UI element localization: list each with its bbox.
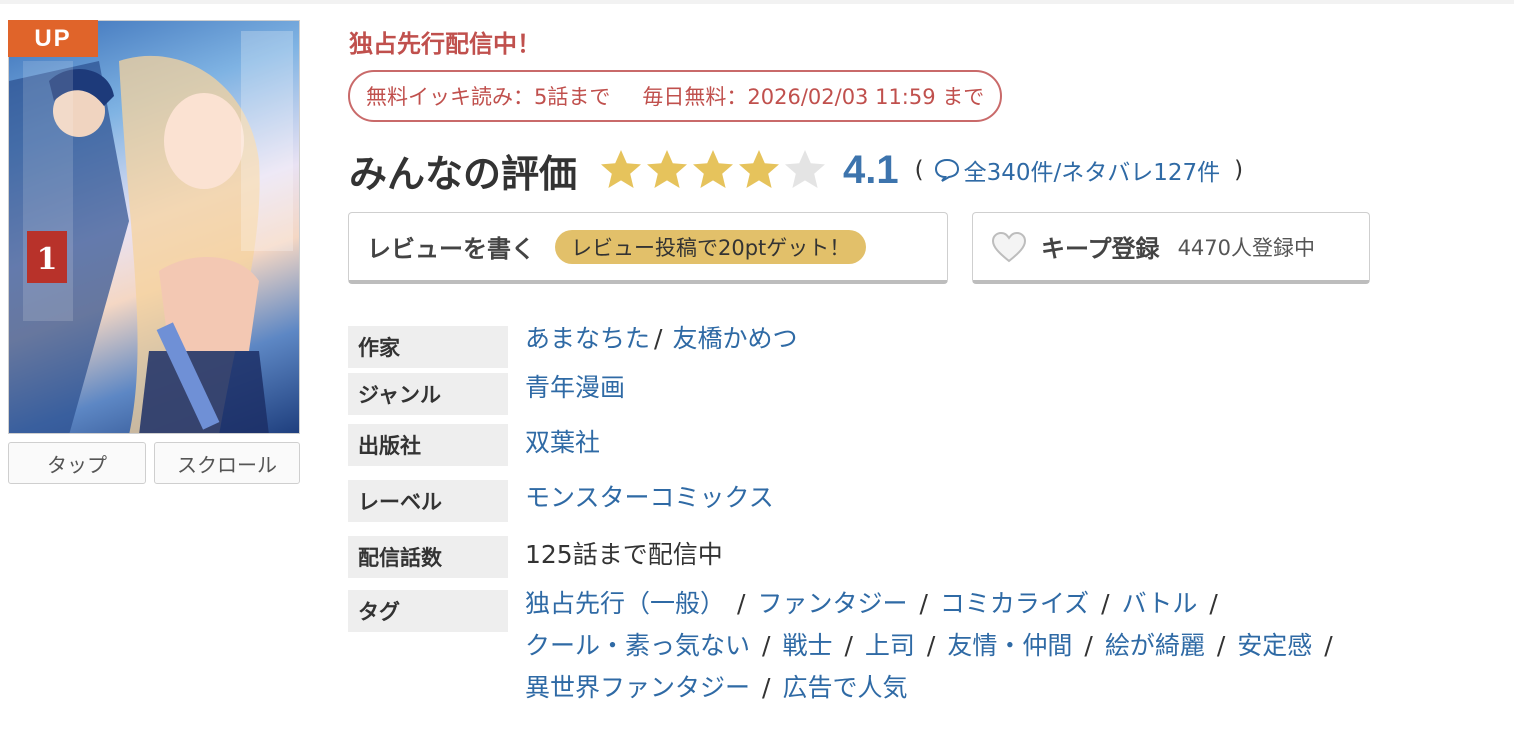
tag-separator: / [919, 589, 928, 618]
tag-link[interactable]: 絵が綺麗 [1105, 631, 1205, 660]
tag-separator: / [1216, 631, 1226, 660]
tags-label: タグ [348, 590, 508, 632]
author-link-1[interactable]: あまなちた [525, 324, 650, 353]
author-separator: / [654, 324, 663, 353]
write-review-label: レビューを書く [367, 235, 535, 263]
cover-image[interactable]: 1 [8, 20, 300, 434]
episodes-label: 配信話数 [348, 536, 508, 578]
daily-free-deadline: 毎日無料：2026/02/03 11:59 まで [642, 85, 985, 109]
label-link[interactable]: モンスターコミックス [525, 483, 774, 512]
label-value-wrap: モンスターコミックス [525, 477, 774, 519]
exclusive-notice: 独占先行配信中！ [349, 30, 541, 58]
genre-link[interactable]: 青年漫画 [525, 373, 625, 402]
tag-link[interactable]: 戦士 [782, 631, 832, 660]
publisher-label: 出版社 [348, 424, 508, 466]
star-icon [693, 150, 734, 188]
tags-line-1: 独占先行（一般） / ファンタジー / コミカライズ / バトル / [525, 583, 1230, 625]
update-badge: UP [8, 20, 98, 57]
spoiler-reviews-link[interactable]: /ネタバレ127件 [1054, 153, 1221, 187]
tag-link[interactable]: 独占先行（一般） [525, 589, 725, 618]
tag-separator: / [844, 631, 853, 660]
comment-icon [934, 158, 959, 182]
star-icon [647, 150, 688, 188]
tags-line-2: クール・素っ気ない / 戦士 / 上司 / 友情・仲間 / 絵が綺麗 / 安定感 / [525, 625, 1345, 667]
review-promo-badge: レビュー投稿で20ptゲット！ [555, 229, 867, 264]
keep-label: キープ登録 [1041, 235, 1160, 263]
star-icon [739, 150, 780, 188]
rating-row: みんなの評価 4.1 ( 全340件 /ネタバレ127件 ) [349, 140, 1243, 200]
genre-label: ジャンル [348, 373, 508, 415]
top-border [0, 0, 1514, 4]
scroll-read-button[interactable]: スクロール [154, 442, 300, 484]
tag-separator: / [1084, 631, 1093, 660]
episodes-value: 125話まで配信中 [525, 540, 723, 569]
tag-link[interactable]: クール・素っ気ない [525, 631, 750, 660]
free-read-count: 無料イッキ読み：5話まで [366, 85, 611, 109]
label-label: レーベル [348, 480, 508, 522]
tag-link[interactable]: 異世界ファンタジー [525, 673, 750, 702]
author-link-2[interactable]: 友橋かめつ [672, 324, 797, 353]
keep-count: 4470人登録中 [1177, 235, 1316, 260]
tag-separator: / [737, 589, 746, 618]
genre-value-wrap: 青年漫画 [525, 367, 625, 409]
all-reviews-link[interactable]: 全340件 [964, 153, 1054, 187]
author-label: 作家 [348, 326, 508, 368]
tag-separator: / [762, 673, 771, 702]
tag-link[interactable]: 上司 [865, 631, 915, 660]
tag-separator: / [1324, 631, 1333, 660]
open-paren: ( [914, 157, 924, 183]
tag-link[interactable]: バトル [1122, 589, 1198, 618]
rating-label: みんなの評価 [349, 151, 578, 196]
review-counts: ( 全340件 /ネタバレ127件 ) [915, 153, 1244, 187]
star-icon [785, 150, 826, 188]
tag-link[interactable]: 広告で人気 [782, 673, 907, 702]
tag-separator: / [926, 631, 936, 660]
author-values: あまなちた / 友橋かめつ [525, 318, 797, 360]
publisher-link[interactable]: 双葉社 [525, 428, 600, 457]
write-review-button[interactable]: レビューを書く レビュー投稿で20ptゲット！ [348, 212, 948, 284]
publisher-value-wrap: 双葉社 [525, 422, 600, 464]
tap-read-button[interactable]: タップ [8, 442, 146, 484]
rating-score: 4.1 [843, 147, 899, 192]
heart-icon [991, 231, 1027, 262]
cover-artwork: 1 [9, 31, 293, 433]
tag-separator: / [1101, 589, 1110, 618]
tag-link[interactable]: 安定感 [1237, 631, 1312, 660]
svg-text:1: 1 [37, 242, 58, 277]
tags-line-3: 異世界ファンタジー / 広告で人気 [525, 667, 907, 709]
tag-link[interactable]: コミカライズ [940, 589, 1089, 618]
tag-separator: / [762, 631, 771, 660]
tag-link[interactable]: 友情・仲間 [947, 631, 1072, 660]
keep-button[interactable]: キープ登録 4470人登録中 [972, 212, 1370, 284]
tag-link[interactable]: ファンタジー [757, 589, 907, 618]
tag-separator: / [1209, 589, 1218, 618]
rating-stars [599, 148, 829, 192]
free-read-info: 無料イッキ読み：5話まで 毎日無料：2026/02/03 11:59 まで [348, 70, 1003, 122]
star-icon [601, 150, 642, 188]
close-paren: ) [1234, 157, 1244, 183]
